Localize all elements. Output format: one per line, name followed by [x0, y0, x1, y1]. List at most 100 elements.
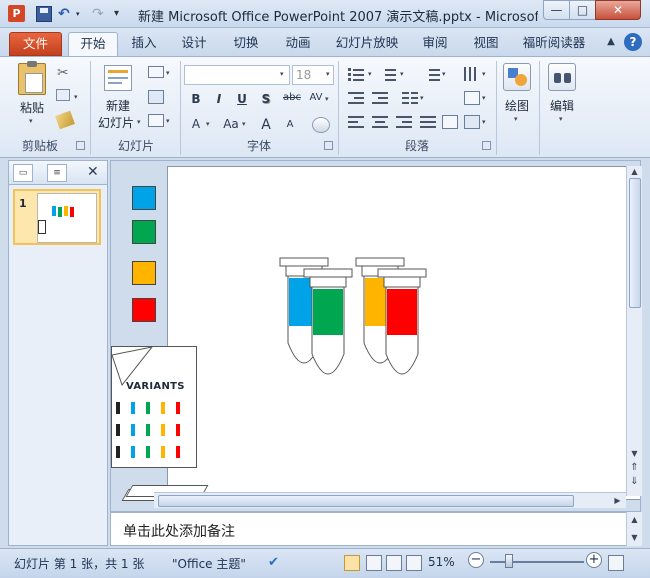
drawing-dropdown-icon[interactable]: ▾ — [514, 115, 518, 123]
align-center-icon[interactable] — [372, 115, 388, 129]
distributed-icon[interactable] — [442, 115, 458, 129]
notes-pane[interactable]: 单击此处添加备注 — [110, 512, 641, 546]
variants-card[interactable]: VARIANTS — [111, 346, 197, 468]
format-painter-icon[interactable] — [55, 110, 75, 130]
align-text-icon[interactable] — [464, 91, 480, 105]
paste-label[interactable]: 粘贴 — [18, 99, 46, 116]
strikethrough-button[interactable]: abc — [281, 92, 303, 103]
normal-view-icon[interactable] — [344, 555, 360, 571]
notes-placeholder[interactable]: 单击此处添加备注 — [123, 521, 235, 541]
spacing-dropdown-icon[interactable]: ▾ — [325, 95, 329, 103]
tab-transitions[interactable]: 切换 — [226, 32, 266, 56]
color-swatch-blue[interactable] — [132, 186, 156, 210]
undo-dropdown-icon[interactable]: ▾ — [76, 6, 92, 22]
scroll-right-icon[interactable]: ▶ — [610, 495, 625, 507]
scroll-down-icon[interactable]: ▼ — [627, 448, 642, 460]
zoom-level[interactable]: 51% — [428, 555, 455, 569]
close-button[interactable]: ✕ — [595, 0, 641, 20]
tab-foxit-reader[interactable]: 福昕阅读器 — [516, 32, 592, 56]
minimize-button[interactable]: — — [543, 0, 570, 20]
clear-formatting-icon[interactable] — [312, 117, 330, 133]
color-swatch-red[interactable] — [132, 298, 156, 322]
copy-dropdown-icon[interactable]: ▾ — [74, 93, 78, 101]
align-left-icon[interactable] — [348, 115, 364, 129]
tab-home[interactable]: 开始 — [68, 32, 118, 57]
shadow-button[interactable]: S — [258, 92, 274, 106]
bullets-dropdown-icon[interactable]: ▾ — [368, 70, 372, 78]
paste-dropdown-icon[interactable]: ▾ — [29, 117, 33, 125]
font-launcher-icon[interactable] — [324, 141, 333, 150]
character-spacing-button[interactable]: AV — [306, 92, 326, 103]
section-dropdown-icon[interactable]: ▾ — [166, 117, 170, 125]
grow-font-button[interactable]: A — [258, 117, 274, 133]
drawing-icon[interactable] — [503, 63, 531, 91]
zoom-out-button[interactable]: − — [468, 552, 484, 568]
numbering-dropdown-icon[interactable]: ▾ — [400, 70, 404, 78]
increase-indent-icon[interactable] — [372, 91, 388, 105]
font-color-button[interactable]: A — [188, 117, 204, 131]
clipboard-launcher-icon[interactable] — [76, 141, 85, 150]
copy-icon[interactable] — [56, 89, 70, 101]
columns-dropdown-icon[interactable]: ▾ — [420, 94, 424, 102]
horizontal-scrollbar[interactable]: ▶ — [154, 492, 626, 508]
layout-icon[interactable] — [148, 66, 164, 78]
undo-icon[interactable]: ↶ — [58, 6, 74, 22]
justify-icon[interactable] — [420, 115, 436, 129]
change-case-dropdown-icon[interactable]: ▾ — [242, 120, 246, 128]
section-icon[interactable] — [148, 114, 164, 127]
slides-tab-icon[interactable]: ▭ — [13, 164, 33, 182]
smartart-icon[interactable] — [464, 115, 480, 129]
columns-icon[interactable] — [402, 91, 418, 105]
panel-close-icon[interactable]: ✕ — [87, 164, 99, 180]
slide-canvas[interactable] — [167, 166, 640, 500]
horizontal-scroll-thumb[interactable] — [158, 495, 574, 507]
customize-quick-access-icon[interactable]: ▾ — [114, 6, 130, 22]
vertical-scroll-thumb[interactable] — [629, 178, 641, 308]
line-spacing-icon[interactable] — [424, 67, 440, 81]
next-slide-icon[interactable]: ⇓ — [627, 476, 642, 488]
paste-icon[interactable] — [18, 61, 46, 95]
font-name-dropdown-icon[interactable]: ▾ — [280, 70, 284, 78]
tab-slideshow[interactable]: 幻灯片放映 — [330, 32, 404, 56]
outline-tab-icon[interactable]: ≡ — [47, 164, 67, 182]
tab-view[interactable]: 视图 — [466, 32, 506, 56]
align-text-dropdown-icon[interactable]: ▾ — [482, 94, 486, 102]
line-spacing-dropdown-icon[interactable]: ▾ — [442, 70, 446, 78]
tab-file[interactable]: 文件 — [9, 32, 62, 56]
theme-status[interactable]: "Office 主题" — [172, 555, 246, 572]
binoculars-icon[interactable] — [548, 63, 576, 91]
tab-review[interactable]: 审阅 — [415, 32, 455, 56]
paragraph-launcher-icon[interactable] — [482, 141, 491, 150]
previous-slide-icon[interactable]: ⇑ — [627, 462, 642, 474]
editing-dropdown-icon[interactable]: ▾ — [559, 115, 563, 123]
layout-dropdown-icon[interactable]: ▾ — [166, 69, 170, 77]
help-icon[interactable]: ? — [624, 33, 642, 51]
powerpoint-app-icon[interactable]: P — [8, 5, 25, 22]
drawing-label[interactable]: 绘图 — [500, 97, 534, 114]
smartart-dropdown-icon[interactable]: ▾ — [482, 118, 486, 126]
save-icon[interactable] — [36, 6, 52, 22]
new-slide-label-line1[interactable]: 新建 — [100, 97, 136, 114]
notes-scrollbar[interactable]: ▲ ▼ — [626, 512, 642, 546]
cut-icon[interactable]: ✂ — [57, 65, 69, 81]
align-right-icon[interactable] — [396, 115, 412, 129]
new-slide-dropdown-icon[interactable]: ▾ — [137, 118, 141, 126]
maximize-button[interactable]: □ — [569, 0, 596, 20]
underline-button[interactable]: U — [234, 92, 250, 106]
color-swatch-yellow[interactable] — [132, 261, 156, 285]
color-swatch-green[interactable] — [132, 220, 156, 244]
zoom-in-button[interactable]: + — [586, 552, 602, 568]
slideshow-view-icon[interactable] — [406, 555, 422, 571]
change-case-button[interactable]: Aa — [220, 117, 242, 131]
decrease-indent-icon[interactable] — [348, 91, 364, 105]
bullets-icon[interactable] — [348, 67, 364, 81]
shrink-font-button[interactable]: A — [282, 119, 298, 130]
font-color-dropdown-icon[interactable]: ▾ — [206, 120, 210, 128]
minimize-ribbon-icon[interactable]: ▲ — [602, 33, 620, 51]
notes-scroll-up-icon[interactable]: ▲ — [627, 514, 642, 526]
editing-label[interactable]: 编辑 — [544, 97, 580, 114]
text-direction-dropdown-icon[interactable]: ▾ — [482, 70, 486, 78]
spell-check-icon[interactable]: ✔ — [268, 555, 284, 571]
bold-button[interactable]: B — [188, 92, 204, 106]
reading-view-icon[interactable] — [386, 555, 402, 571]
